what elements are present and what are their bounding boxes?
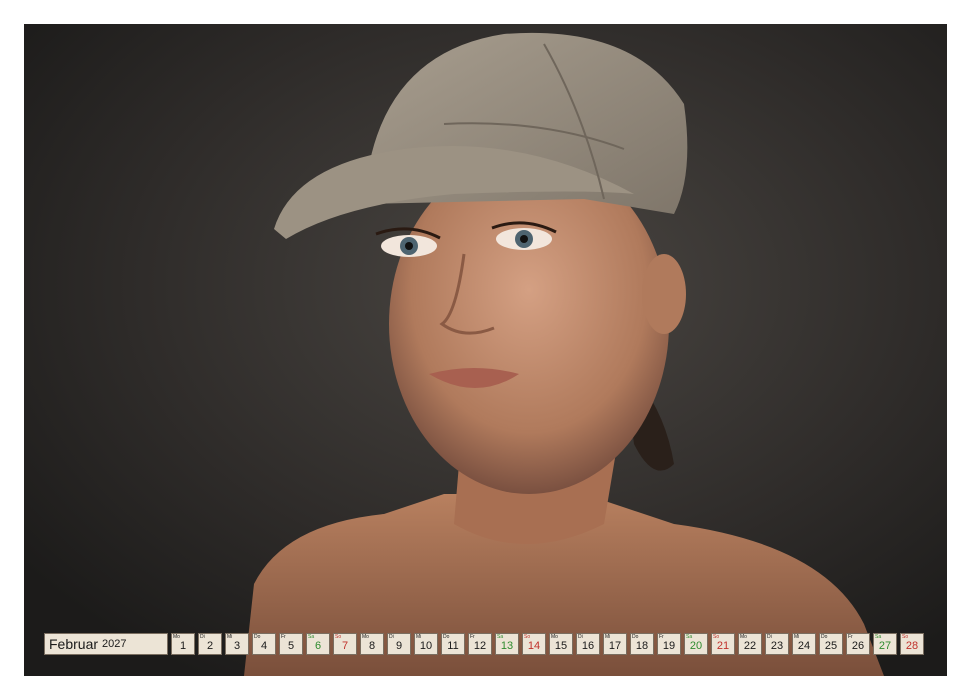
day-cell: Do 4 <box>252 633 276 655</box>
day-cell: So 7 <box>333 633 357 655</box>
day-number: 26 <box>851 640 865 652</box>
day-number: 2 <box>206 640 214 652</box>
month-label-box: Februar 2027 <box>44 633 168 655</box>
day-number: 3 <box>233 640 241 652</box>
day-cell: Mi 17 <box>603 633 627 655</box>
day-number: 15 <box>554 640 568 652</box>
day-number: 5 <box>287 640 295 652</box>
day-cell: Mi 3 <box>225 633 249 655</box>
day-number: 1 <box>179 640 187 652</box>
day-cell: Fr 26 <box>846 633 870 655</box>
day-cell: Sa 20 <box>684 633 708 655</box>
day-number: 20 <box>689 640 703 652</box>
day-cell: So 14 <box>522 633 546 655</box>
day-cell: So 21 <box>711 633 735 655</box>
day-number: 11 <box>447 640 459 652</box>
day-cells: Mo 1 Di 2 Mi 3 Do 4 Fr 5 Sa 6 So 7 Mo 8 Di 9 Mi 10 Do 11 Fr 12 S… <box>171 633 924 655</box>
day-cell: Di 16 <box>576 633 600 655</box>
day-number: 25 <box>824 640 838 652</box>
day-cell: Do 11 <box>441 633 465 655</box>
day-cell: Fr 19 <box>657 633 681 655</box>
day-cell: Mo 15 <box>549 633 573 655</box>
day-number: 12 <box>473 640 487 652</box>
day-cell: Do 25 <box>819 633 843 655</box>
day-cell: Di 2 <box>198 633 222 655</box>
portrait-illustration <box>24 24 947 676</box>
day-number: 18 <box>635 640 649 652</box>
day-number: 27 <box>878 640 892 652</box>
day-number: 19 <box>662 640 676 652</box>
day-cell: Fr 5 <box>279 633 303 655</box>
day-cell: Fr 12 <box>468 633 492 655</box>
month-year: 2027 <box>102 638 127 650</box>
day-number: 21 <box>716 640 730 652</box>
day-cell: Di 9 <box>387 633 411 655</box>
day-cell: Mo 8 <box>360 633 384 655</box>
day-number: 28 <box>905 640 919 652</box>
day-number: 8 <box>368 640 376 652</box>
day-cell: So 28 <box>900 633 924 655</box>
day-cell: Mo 1 <box>171 633 195 655</box>
day-cell: Sa 13 <box>495 633 519 655</box>
day-number: 22 <box>743 640 757 652</box>
calendar-strip: Februar 2027 Mo 1 Di 2 Mi 3 Do 4 Fr 5 Sa 6 So 7 Mo 8 Di 9… <box>44 633 924 655</box>
day-number: 10 <box>419 640 433 652</box>
day-cell: Di 23 <box>765 633 789 655</box>
day-number: 17 <box>608 640 622 652</box>
day-number: 14 <box>527 640 541 652</box>
day-cell: Sa 27 <box>873 633 897 655</box>
day-number: 24 <box>797 640 811 652</box>
day-cell: Do 18 <box>630 633 654 655</box>
day-number: 23 <box>770 640 784 652</box>
portrait-photo <box>24 24 947 676</box>
day-number: 9 <box>395 640 403 652</box>
day-number: 16 <box>581 640 595 652</box>
day-number: 4 <box>260 640 268 652</box>
day-cell: Mi 10 <box>414 633 438 655</box>
day-number: 6 <box>314 640 322 652</box>
day-cell: Mo 22 <box>738 633 762 655</box>
day-cell: Sa 6 <box>306 633 330 655</box>
day-number: 7 <box>341 640 349 652</box>
day-number: 13 <box>500 640 514 652</box>
day-cell: Mi 24 <box>792 633 816 655</box>
month-name: Februar <box>49 636 99 652</box>
